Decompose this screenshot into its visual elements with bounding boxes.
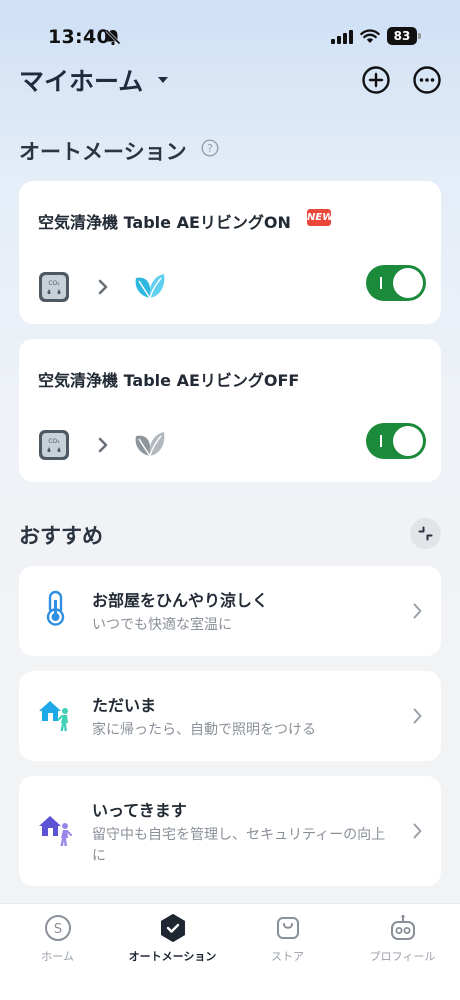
chevron-right-icon <box>413 823 422 839</box>
chevron-right-icon <box>413 603 422 619</box>
nav-item-automation[interactable]: オートメーション <box>115 914 230 974</box>
leaf-icon <box>135 432 165 457</box>
battery-level: 83 <box>387 27 417 45</box>
recommend-title: いってきます <box>92 801 187 820</box>
leaf-icon <box>135 274 165 299</box>
battery-tip <box>418 33 421 39</box>
collapse-icon <box>418 526 433 541</box>
nav-label: ホーム <box>41 950 74 963</box>
toggle-knob <box>393 268 423 298</box>
nav-item-profile[interactable]: プロフィール <box>345 914 460 974</box>
svg-text:S: S <box>53 922 61 937</box>
add-button[interactable] <box>361 65 391 95</box>
nav-item-home[interactable]: S ホーム <box>0 914 115 974</box>
toggle-on-mark <box>380 435 382 447</box>
recommend-description: 留守中も自宅を管理し、セキュリティーの向上に <box>92 827 386 864</box>
automation-section-title: オートメーション <box>19 140 187 164</box>
recommend-title: お部屋をひんやり涼しく <box>92 591 269 610</box>
recommend-description: 家に帰ったら、自動で照明をつける <box>92 722 316 738</box>
nav-label: オートメーション <box>128 950 217 963</box>
thermometer-icon <box>46 590 65 626</box>
automation-toggle[interactable] <box>366 423 426 459</box>
nav-label: プロフィール <box>369 950 436 963</box>
help-icon[interactable]: ? <box>201 139 219 157</box>
automation-icon <box>160 914 185 942</box>
profile-robot-icon <box>390 914 415 940</box>
new-badge: NEW <box>307 209 333 226</box>
bell-off-icon <box>105 29 121 46</box>
bottom-nav: S ホーム オートメーション ストア プロフィール <box>0 903 460 1000</box>
automation-title: 空気清浄機 Table AEリビングON <box>38 213 291 232</box>
chevron-right-icon <box>413 708 422 724</box>
home-title[interactable]: マイホーム <box>19 62 143 98</box>
collapse-button[interactable] <box>410 518 441 549</box>
home-arrive-icon <box>39 701 68 731</box>
wifi-icon <box>360 29 380 43</box>
status-bar: 13:40 83 <box>0 0 460 64</box>
battery-indicator: 83 <box>387 27 421 45</box>
automation-toggle[interactable] <box>366 265 426 301</box>
recommend-card[interactable]: いってきます 留守中も自宅を管理し、セキュリティーの向上に <box>19 776 441 886</box>
home-coin-icon: S <box>44 915 71 941</box>
recommend-title: ただいま <box>92 696 157 715</box>
co2-sensor-icon: CO₂ <box>39 272 69 302</box>
cellular-signal-icon <box>331 30 353 44</box>
recommend-card[interactable]: お部屋をひんやり涼しく いつでも快適な室温に <box>19 566 441 656</box>
automation-title: 空気清浄機 Table AEリビングOFF <box>38 371 300 390</box>
home-leave-icon <box>39 816 72 846</box>
recommend-section-title: おすすめ <box>19 524 103 548</box>
automation-card[interactable]: 空気清浄機 Table AEリビングOFF CO₂ <box>19 339 441 482</box>
automation-card[interactable]: 空気清浄機 Table AEリビングON NEW CO₂ <box>19 181 441 324</box>
arrow-right-icon <box>98 437 108 453</box>
caret-down-icon[interactable] <box>157 76 169 84</box>
svg-text:CO₂: CO₂ <box>48 280 60 287</box>
recommend-description: いつでも快適な室温に <box>92 617 232 633</box>
status-time: 13:40 <box>48 26 110 48</box>
arrow-right-icon <box>98 279 108 295</box>
toggle-on-mark <box>380 277 382 289</box>
toggle-knob <box>393 426 423 456</box>
nav-item-store[interactable]: ストア <box>230 914 345 974</box>
svg-text:?: ? <box>207 142 213 155</box>
co2-sensor-icon: CO₂ <box>39 430 69 460</box>
svg-text:CO₂: CO₂ <box>48 438 60 445</box>
recommend-card[interactable]: ただいま 家に帰ったら、自動で照明をつける <box>19 671 441 761</box>
store-bag-icon <box>276 917 299 939</box>
more-options-button[interactable] <box>412 65 442 95</box>
nav-label: ストア <box>271 950 304 963</box>
